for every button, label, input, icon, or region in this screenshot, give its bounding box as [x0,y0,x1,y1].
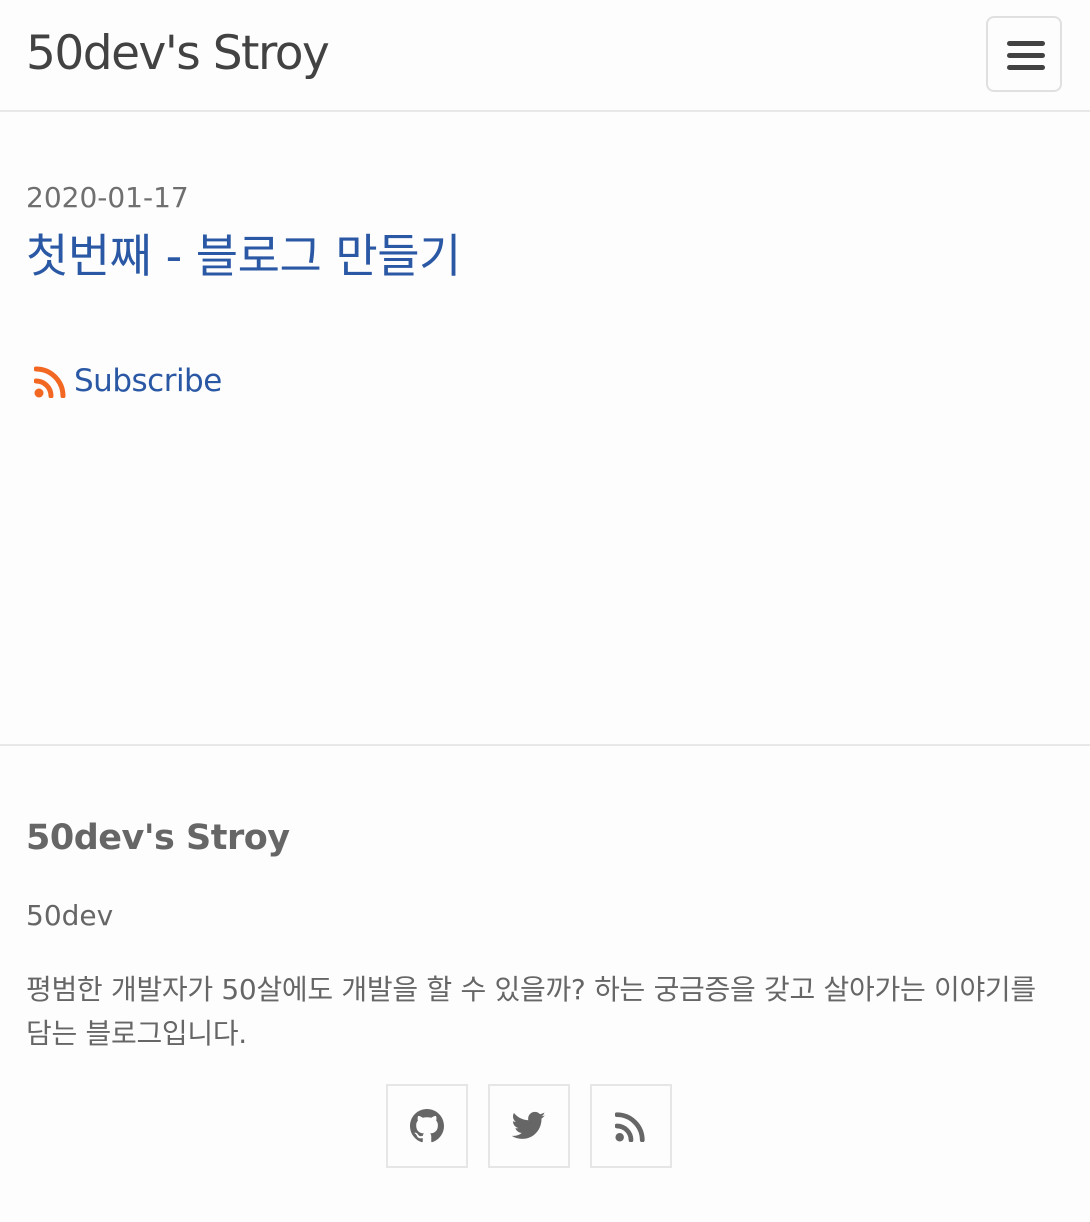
footer-author: 50dev [26,899,114,932]
rss-icon [615,1110,647,1142]
post-title-link[interactable]: 첫번째 - 블로그 만들기 [26,226,461,286]
post-date: 2020-01-17 [26,181,189,214]
site-title-link[interactable]: 50dev's Stroy [26,24,330,84]
rss-feed-link[interactable] [590,1084,672,1168]
subscribe-label: Subscribe [74,363,222,399]
subscribe-link[interactable]: Subscribe [34,362,222,400]
hamburger-menu-icon-bar [1007,65,1045,70]
hamburger-menu-icon [1007,41,1045,46]
rss-icon [34,364,68,398]
twitter-link[interactable] [488,1084,570,1168]
site-footer: 50dev's Stroy 50dev 평범한 개발자가 50살에도 개발을 할… [0,744,1090,1222]
github-icon [410,1109,444,1143]
site-header: 50dev's Stroy [0,0,1090,112]
twitter-icon [512,1111,546,1141]
menu-toggle-button[interactable] [986,16,1062,92]
github-link[interactable] [386,1084,468,1168]
hamburger-menu-icon-bar [1007,53,1045,58]
footer-heading: 50dev's Stroy [26,818,290,858]
footer-description: 평범한 개발자가 50살에도 개발을 할 수 있을까? 하는 궁금증을 갖고 살… [26,973,1036,1050]
